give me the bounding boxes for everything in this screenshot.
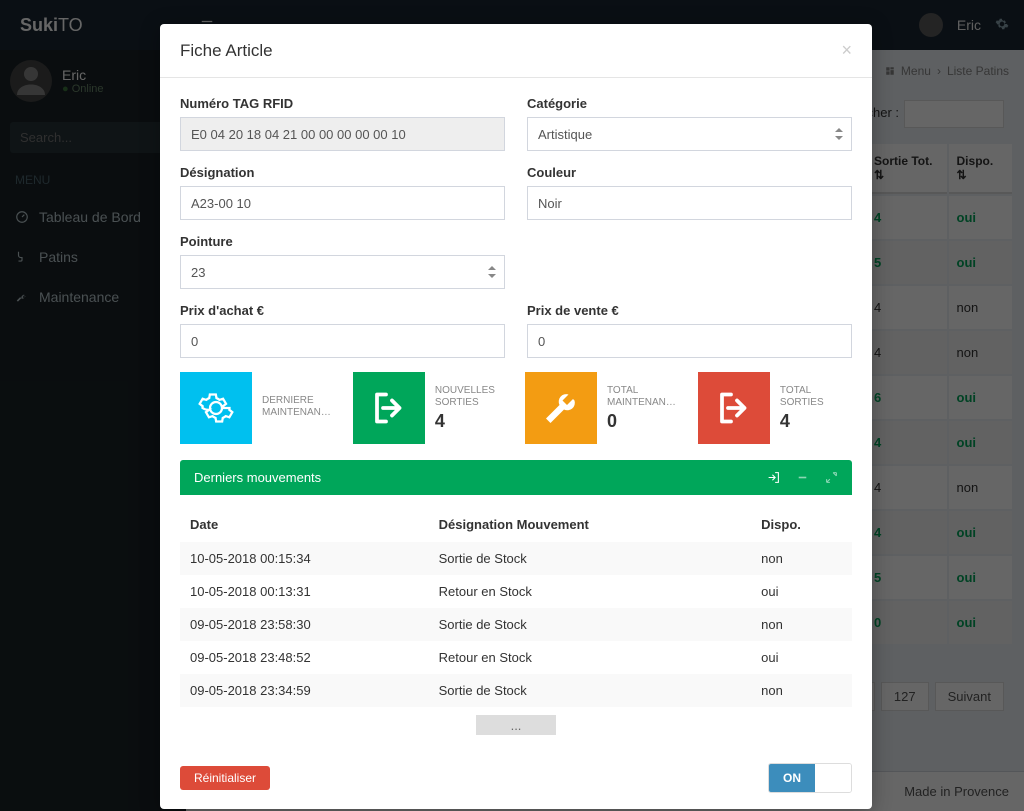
col-designation: Désignation Mouvement bbox=[429, 507, 752, 542]
movements-panel: Derniers mouvements Date Désignation Mou… bbox=[180, 460, 852, 735]
buyprice-input[interactable] bbox=[180, 324, 505, 358]
stat-boxes: DERNIÈREMAINTENAN… NOUVELLESSORTIES4 TOT… bbox=[180, 372, 852, 444]
category-select[interactable]: Artistique bbox=[527, 117, 852, 151]
size-select[interactable]: 23 bbox=[180, 255, 505, 289]
movement-row: 09-05-2018 23:48:52Retour en Stockoui bbox=[180, 641, 852, 674]
designation-input[interactable] bbox=[180, 186, 505, 220]
sellprice-label: Prix de vente € bbox=[527, 303, 852, 318]
stat-total-maintenance: TOTALMAINTENAN…0 bbox=[525, 372, 680, 444]
movement-row: 10-05-2018 00:13:31Retour en Stockoui bbox=[180, 575, 852, 608]
col-date: Date bbox=[180, 507, 429, 542]
stat-new-exits: NOUVELLESSORTIES4 bbox=[353, 372, 507, 444]
movement-row: 09-05-2018 23:58:30Sortie de Stocknon bbox=[180, 608, 852, 641]
buyprice-label: Prix d'achat € bbox=[180, 303, 505, 318]
expand-edit-icon[interactable] bbox=[825, 471, 838, 484]
minus-icon[interactable] bbox=[796, 471, 809, 484]
reset-button[interactable]: Réinitialiser bbox=[180, 766, 270, 790]
designation-label: Désignation bbox=[180, 165, 505, 180]
col-dispo: Dispo. bbox=[751, 507, 852, 542]
rfid-input bbox=[180, 117, 505, 151]
modal-title: Fiche Article bbox=[180, 41, 273, 61]
color-input[interactable] bbox=[527, 186, 852, 220]
load-more-button[interactable]: ... bbox=[476, 715, 556, 735]
rfid-label: Numéro TAG RFID bbox=[180, 96, 505, 111]
size-label: Pointure bbox=[180, 234, 505, 249]
category-label: Catégorie bbox=[527, 96, 852, 111]
wrench-icon bbox=[525, 372, 597, 444]
article-modal: Fiche Article × Numéro TAG RFID Catégori… bbox=[160, 24, 872, 809]
sellprice-input[interactable] bbox=[527, 324, 852, 358]
gear-icon bbox=[180, 372, 252, 444]
modal-close-button[interactable]: × bbox=[841, 40, 852, 61]
movement-row: 09-05-2018 23:34:59Sortie de Stocknon bbox=[180, 674, 852, 707]
panel-title: Derniers mouvements bbox=[194, 470, 321, 485]
color-label: Couleur bbox=[527, 165, 852, 180]
login-icon[interactable] bbox=[767, 471, 780, 484]
stat-last-maintenance: DERNIÈREMAINTENAN… bbox=[180, 372, 335, 444]
exit-icon bbox=[353, 372, 425, 444]
stat-total-exits: TOTALSORTIES4 bbox=[698, 372, 852, 444]
exit-icon bbox=[698, 372, 770, 444]
movement-row: 10-05-2018 00:15:34Sortie de Stocknon bbox=[180, 542, 852, 575]
movements-table: Date Désignation Mouvement Dispo. 10-05-… bbox=[180, 507, 852, 707]
on-off-toggle[interactable]: ON bbox=[768, 763, 852, 793]
